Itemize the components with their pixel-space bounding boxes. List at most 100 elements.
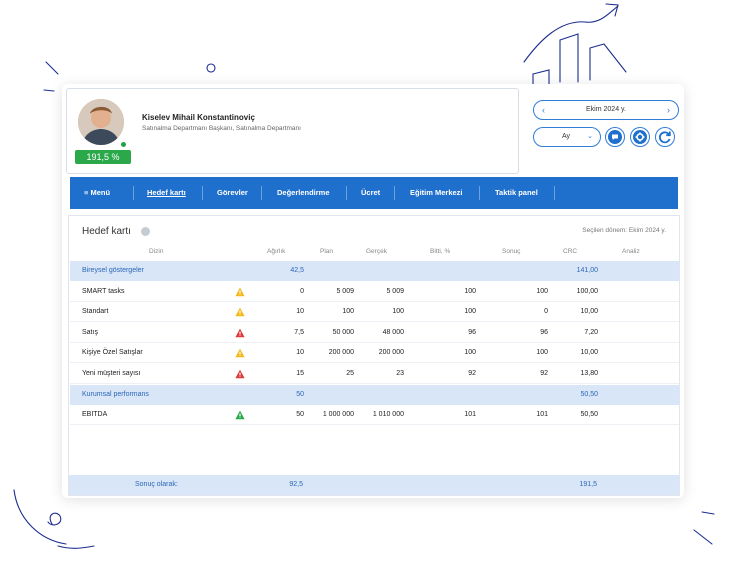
cell-weight: 50 <box>296 411 304 419</box>
cell-plan: 5 009 <box>336 287 354 295</box>
table-row[interactable]: Satış 7,5 50 000 48 000 96 96 7,20 <box>70 323 679 343</box>
tab-hedef-karti[interactable]: Hedef kartı <box>147 177 186 209</box>
table-row[interactable]: Standart 10 100 100 100 0 10,00 <box>70 302 679 323</box>
cell-actual: 100 <box>392 308 404 316</box>
nav-divider <box>394 186 395 200</box>
cell-crc: 13,80 <box>580 370 598 377</box>
cell-done: 96 <box>468 328 476 336</box>
cell-plan: 200 000 <box>328 349 354 357</box>
nav-divider <box>479 186 480 200</box>
cell-actual: 23 <box>396 370 404 377</box>
settings-button[interactable] <box>630 127 650 147</box>
nav-divider <box>133 186 134 200</box>
warning-yellow-icon[interactable] <box>235 307 245 317</box>
tab-egitim-merkezi[interactable]: Eğitim Merkezi <box>410 177 463 209</box>
cell-actual <box>362 385 404 405</box>
cell-plan: 25 <box>346 370 354 377</box>
tab-taktik-panel[interactable]: Taktik panel <box>495 177 538 209</box>
cell-plan: 50 000 <box>332 328 354 336</box>
cell-result: 0 <box>544 308 548 316</box>
chevron-down-icon: ⌄ <box>587 133 593 140</box>
performance-badge: 191,5 % <box>75 150 131 164</box>
cell-weight: 10 <box>296 349 304 357</box>
column-header-dizin: Dizin <box>149 248 164 255</box>
cell-weight: 10 <box>296 308 304 316</box>
chat-button[interactable] <box>605 127 625 147</box>
cell-done <box>432 385 476 405</box>
chat-icon <box>608 130 622 144</box>
column-header-bitti: Bitti, % <box>430 248 451 255</box>
warning-yellow-icon[interactable] <box>235 348 245 358</box>
cell-plan <box>312 261 354 281</box>
cell-done: 100 <box>464 287 476 295</box>
view-mode-label: Ay <box>562 133 571 140</box>
cell-done: 92 <box>468 370 476 377</box>
row-name: EBITDA <box>82 411 108 419</box>
cell-actual: 5 009 <box>386 287 404 295</box>
warning-red-icon[interactable] <box>235 328 245 338</box>
cell-result: 100 <box>536 287 548 295</box>
group-row: Kurumsal performans 50 50,50 <box>70 384 679 405</box>
table-row[interactable]: SMART tasks 0 5 009 5 009 100 100 100,00 <box>70 282 679 302</box>
warning-yellow-icon[interactable] <box>235 287 245 297</box>
nav-divider <box>554 186 555 200</box>
row-name: Kurumsal performans <box>82 390 149 398</box>
cell-crc: 141,00 <box>576 267 598 274</box>
cell-done: 100 <box>464 349 476 357</box>
scorecard-panel: Hedef kartı Seçilen dönem: Ekim 2024 y. … <box>68 215 680 496</box>
cell-plan: 1 000 000 <box>322 411 354 419</box>
nav-divider <box>202 186 203 200</box>
prev-period-icon[interactable]: ‹ <box>542 101 545 119</box>
column-header-gercek: Gerçek <box>366 248 387 255</box>
main-navigation: ≡ Menü Hedef kartı Görevler Değerlendirm… <box>70 177 678 209</box>
cell-crc: 10,00 <box>580 308 598 316</box>
menu-button[interactable]: ≡ Menü <box>84 177 110 209</box>
cell-result <box>504 385 548 405</box>
row-name: Standart <box>82 308 109 316</box>
cell-crc: 50,50 <box>580 390 598 398</box>
ok-green-icon[interactable] <box>235 410 245 420</box>
employee-position: Satınalma Departmanı Başkanı, Satınalma … <box>142 125 301 132</box>
refresh-icon <box>658 131 671 144</box>
cell-actual <box>362 261 404 281</box>
total-crc: 191,5 <box>579 481 597 488</box>
next-period-icon[interactable]: › <box>667 101 670 119</box>
table-row[interactable]: EBITDA 50 1 000 000 1 010 000 101 101 50,50 <box>70 405 679 426</box>
cell-crc: 7,20 <box>584 328 598 336</box>
group-row: Bireysel göstergeler 42,5 141,00 <box>70 261 679 281</box>
refresh-button[interactable] <box>655 127 675 147</box>
row-name: Satış <box>82 328 98 336</box>
table-row[interactable]: Yeni müşteri sayısı 15 25 23 92 92 13,80 <box>70 364 679 384</box>
period-selector[interactable]: ‹ Ekim 2024 y. › <box>533 100 679 120</box>
info-icon[interactable] <box>141 227 150 236</box>
tab-degerlendirme[interactable]: Değerlendirme <box>277 177 330 209</box>
tab-gorevler[interactable]: Görevler <box>217 177 248 209</box>
cell-done <box>432 261 476 281</box>
warning-red-icon[interactable] <box>235 369 245 379</box>
selected-period-text: Seçilen dönem: Ekim 2024 y. <box>582 227 666 234</box>
period-label: Ekim 2024 y. <box>586 106 626 113</box>
cell-result: 92 <box>540 370 548 377</box>
column-header-plan: Plan <box>320 248 334 255</box>
table-row[interactable]: Kişiye Özel Satışlar 10 200 000 200 000 100 1… <box>70 343 679 364</box>
row-name: Yeni müşteri sayısı <box>82 370 141 377</box>
total-row: Sonuç olarak: 92,5 191,5 <box>69 475 679 495</box>
gear-icon <box>633 130 647 144</box>
cell-weight: 7,5 <box>294 328 304 336</box>
column-header-crc: CRC <box>563 248 578 255</box>
column-header-analiz: Analiz <box>622 248 640 255</box>
tab-ucret[interactable]: Ücret <box>361 177 380 209</box>
column-header-agirlik: Ağırlık <box>267 248 286 255</box>
cell-result: 100 <box>536 349 548 357</box>
total-label: Sonuç olarak: <box>135 481 178 488</box>
cell-done: 101 <box>464 411 476 419</box>
cell-weight: 50 <box>296 390 304 398</box>
column-header-sonuc: Sonuç <box>502 248 521 255</box>
cell-result <box>504 261 548 281</box>
row-name: SMART tasks <box>82 287 125 295</box>
row-name: Bireysel göstergeler <box>82 267 144 274</box>
cell-result: 96 <box>540 328 548 336</box>
view-mode-select[interactable]: Ay ⌄ <box>533 127 601 147</box>
cell-crc: 50,50 <box>580 411 598 419</box>
cell-plan <box>312 385 354 405</box>
